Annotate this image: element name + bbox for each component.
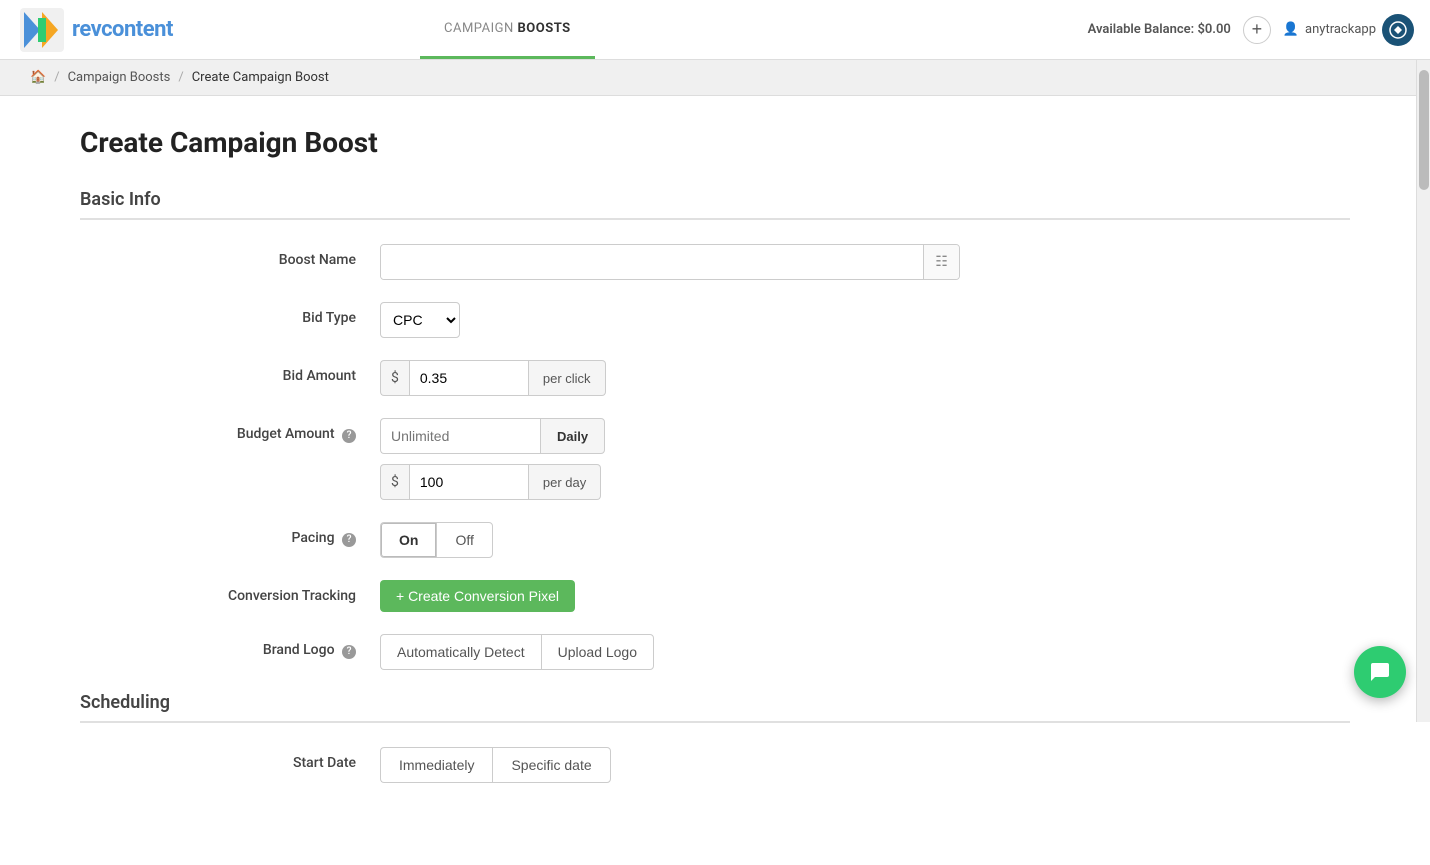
upload-logo-button[interactable]: Upload Logo bbox=[541, 634, 654, 670]
boost-name-input[interactable] bbox=[381, 245, 923, 279]
budget-amount-label: Budget Amount ? bbox=[80, 418, 380, 443]
chat-button[interactable] bbox=[1354, 646, 1406, 698]
user-area[interactable]: 👤 anytrackapp bbox=[1283, 14, 1414, 46]
per-day-label: per day bbox=[529, 464, 601, 500]
pacing-off-button[interactable]: Off bbox=[436, 522, 492, 558]
budget-unlimited-input[interactable] bbox=[380, 418, 540, 454]
specific-date-button[interactable]: Specific date bbox=[492, 747, 610, 783]
pacing-row: Pacing ? On Off bbox=[80, 522, 980, 558]
conversion-tracking-row: Conversion Tracking + Create Conversion … bbox=[80, 580, 980, 612]
brand-logo-buttons: Automatically Detect Upload Logo bbox=[380, 634, 980, 670]
immediately-button[interactable]: Immediately bbox=[380, 747, 492, 783]
start-date-label: Start Date bbox=[80, 747, 380, 771]
conversion-tracking-control: + Create Conversion Pixel bbox=[380, 580, 980, 612]
conversion-tracking-label: Conversion Tracking bbox=[80, 580, 380, 604]
start-date-control: Immediately Specific date bbox=[380, 747, 980, 783]
basic-info-title: Basic Info bbox=[80, 189, 1350, 220]
bid-amount-group: $ per click bbox=[380, 360, 980, 396]
auto-detect-button[interactable]: Automatically Detect bbox=[380, 634, 541, 670]
pacing-toggle-group: On Off bbox=[380, 522, 980, 558]
bid-amount-input[interactable] bbox=[409, 360, 529, 396]
revv-icon bbox=[1382, 14, 1414, 46]
basic-info-section: Basic Info Boost Name ☷ Bid Type CPC CPM bbox=[80, 189, 1350, 670]
bid-type-label: Bid Type bbox=[80, 302, 380, 326]
logo-icon bbox=[20, 8, 64, 52]
breadcrumb-current: Create Campaign Boost bbox=[192, 70, 329, 85]
main-content: Create Campaign Boost Basic Info Boost N… bbox=[0, 96, 1430, 865]
brand-logo-row: Brand Logo ? Automatically Detect Upload… bbox=[80, 634, 980, 670]
budget-help-icon[interactable]: ? bbox=[342, 429, 356, 443]
budget-prefix: $ bbox=[380, 464, 409, 500]
bid-amount-label: Bid Amount bbox=[80, 360, 380, 384]
balance-text: Available Balance: $0.00 bbox=[1088, 22, 1231, 37]
breadcrumb: 🏠 / Campaign Boosts / Create Campaign Bo… bbox=[0, 60, 1430, 96]
budget-amount-control: Daily $ per day bbox=[380, 418, 980, 500]
per-click-label: per click bbox=[529, 360, 606, 396]
brand-logo-control: Automatically Detect Upload Logo bbox=[380, 634, 980, 670]
pacing-help-icon[interactable]: ? bbox=[342, 533, 356, 547]
scrollbar-track[interactable] bbox=[1416, 60, 1430, 722]
boost-name-input-wrapper: ☷ bbox=[380, 244, 960, 280]
bid-amount-control: $ per click bbox=[380, 360, 980, 396]
pacing-control: On Off bbox=[380, 522, 980, 558]
bid-prefix: $ bbox=[380, 360, 409, 396]
bid-type-row: Bid Type CPC CPM CPA bbox=[80, 302, 980, 338]
add-button[interactable]: + bbox=[1243, 16, 1271, 44]
create-conversion-pixel-button[interactable]: + Create Conversion Pixel bbox=[380, 580, 575, 612]
bid-type-control: CPC CPM CPA bbox=[380, 302, 980, 338]
bid-type-select[interactable]: CPC CPM CPA bbox=[380, 302, 460, 338]
budget-amount-row: Budget Amount ? Daily $ per day bbox=[80, 418, 980, 500]
page-title: Create Campaign Boost bbox=[80, 126, 1350, 159]
breadcrumb-campaign-boosts[interactable]: Campaign Boosts bbox=[68, 70, 171, 85]
start-date-row: Start Date Immediately Specific date bbox=[80, 747, 980, 783]
home-icon[interactable]: 🏠 bbox=[30, 70, 46, 85]
nav-right: Available Balance: $0.00 + 👤 anytrackapp bbox=[1072, 0, 1430, 59]
start-date-toggle-group: Immediately Specific date bbox=[380, 747, 980, 783]
boost-name-control: ☷ bbox=[380, 244, 980, 280]
scheduling-section: Scheduling Start Date Immediately Specif… bbox=[80, 692, 1350, 783]
budget-daily-input[interactable] bbox=[409, 464, 529, 500]
budget-top-row: Daily bbox=[380, 418, 980, 454]
logo-area: revcontent bbox=[0, 0, 420, 59]
brand-logo-help-icon[interactable]: ? bbox=[342, 645, 356, 659]
username-label: anytrackapp bbox=[1305, 22, 1376, 37]
scrollbar-thumb[interactable] bbox=[1419, 70, 1429, 190]
brand-logo-label: Brand Logo ? bbox=[80, 634, 380, 659]
user-icon: 👤 bbox=[1283, 22, 1299, 37]
budget-daily-button[interactable]: Daily bbox=[540, 418, 605, 454]
tab-campaign-boosts[interactable]: CAMPAIGN BOOSTS bbox=[420, 0, 595, 59]
pacing-label: Pacing ? bbox=[80, 522, 380, 547]
pacing-on-button[interactable]: On bbox=[380, 522, 436, 558]
boost-name-label: Boost Name bbox=[80, 244, 380, 268]
bid-amount-row: Bid Amount $ per click bbox=[80, 360, 980, 396]
logo-text: revcontent bbox=[72, 17, 173, 42]
top-navigation: revcontent CAMPAIGN BOOSTS Available Bal… bbox=[0, 0, 1430, 60]
nav-tabs: CAMPAIGN BOOSTS bbox=[420, 0, 1072, 59]
scheduling-title: Scheduling bbox=[80, 692, 1350, 723]
boost-name-icon: ☷ bbox=[923, 245, 959, 279]
boost-name-row: Boost Name ☷ bbox=[80, 244, 980, 280]
budget-daily-group: $ per day bbox=[380, 464, 980, 500]
